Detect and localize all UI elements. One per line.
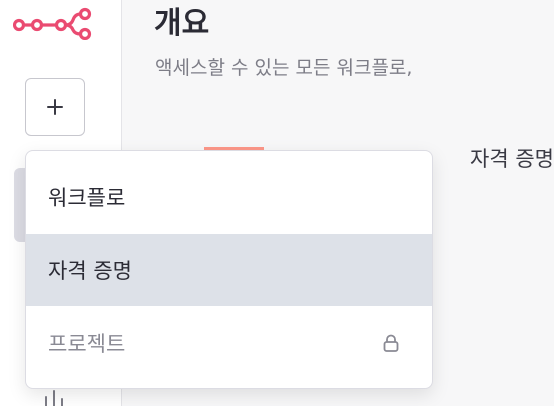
page-title: 개요	[154, 6, 210, 41]
create-dropdown-menu: 워크플로 자격 증명 프로젝트	[25, 150, 433, 389]
add-button[interactable]	[25, 78, 85, 136]
menu-item-credentials[interactable]: 자격 증명	[26, 234, 432, 306]
n8n-logo-icon[interactable]	[13, 6, 97, 40]
lock-icon	[383, 334, 399, 352]
menu-item-workflow[interactable]: 워크플로	[26, 159, 432, 234]
menu-item-label: 프로젝트	[48, 332, 126, 356]
bar-chart-icon[interactable]	[42, 389, 70, 406]
menu-item-label: 자격 증명	[48, 259, 132, 283]
plus-icon	[47, 99, 63, 115]
page-subtitle: 액세스할 수 있는 모든 워크플로,	[155, 57, 413, 79]
menu-item-label: 워크플로	[48, 185, 126, 210]
menu-item-project: 프로젝트	[26, 306, 432, 380]
